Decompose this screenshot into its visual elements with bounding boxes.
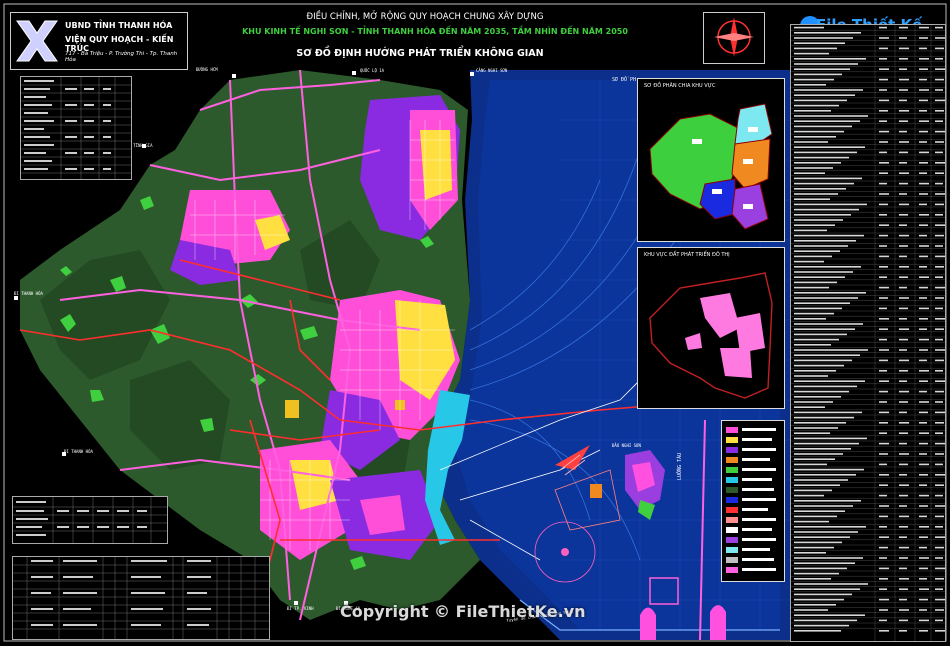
label-left: ĐI THANH HÓA xyxy=(14,291,43,296)
label-bottom: ĐI TP. VINH xyxy=(287,606,314,611)
inset-urban: KHU VỰC ĐẤT PHÁT TRIỂN ĐÔ THỊ xyxy=(637,247,785,409)
legend-swatch xyxy=(726,497,738,503)
legend-swatch xyxy=(726,567,738,573)
logo-x-icon xyxy=(16,20,58,62)
legend-swatch xyxy=(726,457,738,463)
table-wide-grid xyxy=(13,557,269,639)
title-line3: SƠ ĐỒ ĐỊNH HƯỚNG PHÁT TRIỂN KHÔNG GIAN xyxy=(296,48,544,59)
legend-swatch xyxy=(726,557,738,563)
org-line1: UBND TỈNH THANH HÓA xyxy=(65,21,173,30)
legend-swatch xyxy=(726,477,738,483)
label-left3: ĐI THANH HÓA xyxy=(64,449,93,454)
table-top-left-grid xyxy=(21,77,131,179)
legend-swatch xyxy=(726,437,738,443)
compass-icon xyxy=(714,17,754,57)
table-right-grid xyxy=(791,25,945,641)
org-logo-block: UBND TỈNH THANH HÓA VIỆN QUY HOẠCH - KIẾ… xyxy=(10,12,188,70)
label-top-mid: QUỐC LỘ 1A xyxy=(360,68,385,73)
legend-text-lines xyxy=(742,428,776,571)
table-right-land-use xyxy=(790,24,946,642)
zones-map xyxy=(649,103,773,230)
urban-map xyxy=(649,272,773,399)
legend-swatch xyxy=(726,447,738,453)
legend-swatch xyxy=(726,487,738,493)
label-top-left: ĐƯỜNG HCM xyxy=(196,67,218,72)
label-sea: SƠ ĐỒ PH xyxy=(612,77,637,83)
title-line2: KHU KINH TẾ NGHI SƠN - TỈNH THANH HÓA ĐẾ… xyxy=(242,27,628,36)
inset-zones: SƠ ĐỒ PHÂN CHIA KHU VỰC xyxy=(637,78,785,242)
table-small-grid xyxy=(13,497,167,543)
legend-swatch xyxy=(726,427,738,433)
label-island: ĐẢO NGHI SƠN xyxy=(612,443,641,448)
title-line1: ĐIỀU CHỈNH, MỞ RỘNG QUY HOẠCH CHUNG XÂY … xyxy=(306,12,544,22)
table-top-left xyxy=(20,76,132,180)
org-line3: 717 - Bà Triệu - P. Trường Thi - Tp. Tha… xyxy=(65,51,178,63)
compass-box xyxy=(703,12,765,64)
legend-swatch xyxy=(726,467,738,473)
legend-box xyxy=(721,420,785,582)
copyright-watermark: Copyright © FileThietKe.vn xyxy=(340,602,586,621)
legend-swatch xyxy=(726,507,738,513)
legend-swatch xyxy=(726,517,738,523)
legend-swatch xyxy=(726,537,738,543)
table-bottom-left-small xyxy=(12,496,168,544)
legend-swatch xyxy=(726,527,738,533)
legend-swatch xyxy=(726,547,738,553)
label-channel: LUỒNG TÀU xyxy=(677,452,683,480)
label-top-right: CẢNG NGHI SƠN xyxy=(476,68,508,73)
table-bottom-wide xyxy=(12,556,270,640)
